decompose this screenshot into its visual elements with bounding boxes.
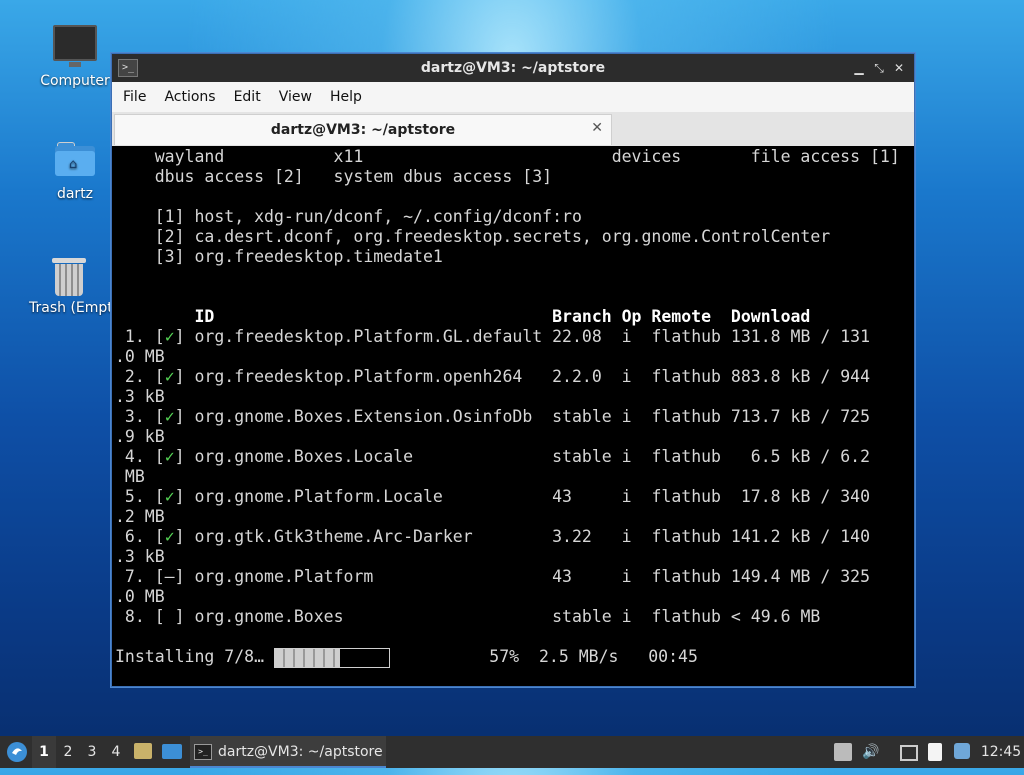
row-status-check: [ ] — [154, 607, 185, 626]
home-folder-icon: ⌂ — [55, 142, 95, 176]
workspace-1[interactable]: 1 — [32, 736, 56, 768]
menu-help[interactable]: Help — [321, 82, 371, 112]
workspace-4[interactable]: 4 — [104, 736, 128, 768]
footnote-line: [3] org.freedesktop.timedate1 — [115, 247, 443, 266]
desktop-icon-label: dartz — [56, 186, 94, 202]
terminal-window: >_ dartz@VM3: ~/aptstore ▁ ⤡ ✕ File Actio… — [111, 53, 915, 687]
row-wrap-continuation: .9 kB — [115, 427, 165, 446]
volume-icon[interactable]: 🔊 — [862, 743, 880, 761]
table-row: 6. [✓] org.gtk.Gtk3theme.Arc-Darker 3.22… — [115, 527, 870, 547]
row-wrap-continuation: .0 MB — [115, 347, 165, 366]
row-number: 3. — [115, 407, 155, 426]
menu-edit[interactable]: Edit — [225, 82, 270, 112]
row-status-check: [✓] — [154, 527, 185, 546]
maximize-button[interactable]: ⤡ — [870, 59, 888, 77]
permissions-line: dbus access [2] system dbus access [3] — [115, 167, 553, 186]
taskbar: 1 2 3 4 >_ dartz@VM3: ~/aptstore 🔊 12:45 — [0, 736, 1024, 768]
row-details: org.gnome.Platform 43 i flathub 149.4 MB… — [184, 567, 870, 586]
desktop-icon — [162, 744, 182, 759]
row-details: org.gtk.Gtk3theme.Arc-Darker 3.22 i flat… — [184, 527, 870, 546]
terminal-output[interactable]: wayland x11 devices file access [1] dbus… — [112, 146, 914, 686]
row-number: 4. — [115, 447, 155, 466]
row-status-check: [✓] — [154, 447, 185, 466]
workspace-2[interactable]: 2 — [56, 736, 80, 768]
table-row: 8. [ ] org.gnome.Boxes stable i flathub … — [115, 607, 820, 627]
clipboard-icon[interactable] — [928, 743, 942, 761]
row-wrap-continuation: .3 kB — [115, 387, 165, 406]
network-icon[interactable] — [900, 745, 918, 761]
window-titlebar[interactable]: >_ dartz@VM3: ~/aptstore ▁ ⤡ ✕ — [112, 54, 914, 82]
progress-bar-fill — [274, 648, 340, 667]
row-details: org.gnome.Boxes.Extension.OsinfoDb stabl… — [184, 407, 870, 426]
minimize-button[interactable]: ▁ — [850, 59, 868, 77]
app-menu-icon — [7, 742, 27, 762]
row-status-check: [✓] — [154, 367, 185, 386]
file-manager-launcher[interactable] — [134, 736, 156, 768]
row-number: 2. — [115, 367, 155, 386]
file-manager-icon — [134, 743, 152, 759]
tab-close-icon[interactable]: ✕ — [591, 120, 603, 136]
desktop-icon-home[interactable]: ⌂ dartz — [25, 142, 125, 202]
table-row: 3. [✓] org.gnome.Boxes.Extension.OsinfoD… — [115, 407, 870, 427]
row-wrap-continuation: .2 MB — [115, 507, 165, 526]
row-wrap-continuation: MB — [115, 467, 145, 486]
row-details: org.gnome.Platform.Locale 43 i flathub 1… — [184, 487, 870, 506]
show-desktop-button[interactable] — [162, 736, 184, 768]
row-number: 7. — [115, 567, 155, 586]
table-header: ID Branch Op Remote Download — [115, 307, 811, 326]
menu-actions[interactable]: Actions — [155, 82, 224, 112]
trash-icon — [52, 256, 86, 296]
task-label: dartz@VM3: ~/aptstore — [218, 744, 383, 760]
row-details: org.gnome.Boxes.Locale stable i flathub … — [184, 447, 870, 466]
footnote-line: [1] host, xdg-run/dconf, ~/.config/dconf… — [115, 207, 582, 226]
terminal-icon: >_ — [194, 744, 212, 760]
menu-bar: File Actions Edit View Help — [112, 82, 914, 112]
row-details: org.gnome.Boxes stable i flathub < 49.6 … — [184, 607, 821, 626]
table-row: 1. [✓] org.freedesktop.Platform.GL.defau… — [115, 327, 870, 347]
permissions-line: wayland x11 devices file access [1] — [115, 147, 900, 166]
tab-label: dartz@VM3: ~/aptstore — [270, 122, 456, 138]
taskbar-task-terminal[interactable]: >_ dartz@VM3: ~/aptstore — [190, 736, 386, 768]
computer-icon — [53, 25, 97, 67]
table-row: 4. [✓] org.gnome.Boxes.Locale stable i f… — [115, 447, 870, 467]
row-number: 8. — [115, 607, 155, 626]
desktop-icon-computer[interactable]: Computer — [25, 25, 125, 89]
menu-file[interactable]: File — [114, 82, 155, 112]
row-status-check: [✓] — [154, 327, 185, 346]
table-row: 2. [✓] org.freedesktop.Platform.openh264… — [115, 367, 870, 387]
row-status-check: [—] — [154, 567, 185, 586]
row-wrap-continuation: .3 kB — [115, 547, 165, 566]
footnote-line: [2] ca.desrt.dconf, org.freedesktop.secr… — [115, 227, 831, 246]
progress-label: Installing 7/8… — [115, 647, 274, 666]
menu-view[interactable]: View — [270, 82, 321, 112]
row-number: 5. — [115, 487, 155, 506]
row-status-check: [✓] — [154, 487, 185, 506]
start-menu-button[interactable] — [4, 736, 30, 768]
row-details: org.freedesktop.Platform.openh264 2.2.0 … — [184, 367, 870, 386]
row-details: org.freedesktop.Platform.GL.default 22.0… — [184, 327, 870, 346]
desktop-icon-trash[interactable]: Trash (Empty) — [25, 256, 113, 316]
row-status-check: [✓] — [154, 407, 185, 426]
close-button[interactable]: ✕ — [890, 59, 908, 77]
row-wrap-continuation: .0 MB — [115, 587, 165, 606]
update-notifier-icon[interactable] — [954, 743, 970, 759]
desktop-icon-label: Computer — [40, 73, 110, 89]
clock[interactable]: 12:45 — [980, 736, 1022, 768]
table-row: 5. [✓] org.gnome.Platform.Locale 43 i fl… — [115, 487, 870, 507]
row-number: 6. — [115, 527, 155, 546]
desktop-icon-label: Trash (Empty) — [29, 300, 113, 316]
progress-bar — [273, 647, 390, 668]
install-progress-line: Installing 7/8… 57% 2.5 MB/s 00:45 — [115, 647, 698, 668]
window-title: dartz@VM3: ~/aptstore — [420, 60, 606, 76]
upload-icon[interactable] — [834, 743, 852, 761]
table-row: 7. [—] org.gnome.Platform 43 i flathub 1… — [115, 567, 870, 587]
tab-bar: dartz@VM3: ~/aptstore ✕ — [112, 112, 914, 147]
workspace-3[interactable]: 3 — [80, 736, 104, 768]
tab-terminal[interactable]: dartz@VM3: ~/aptstore ✕ — [114, 114, 612, 145]
row-number: 1. — [115, 327, 155, 346]
progress-stats: 57% 2.5 MB/s 00:45 — [389, 647, 698, 666]
